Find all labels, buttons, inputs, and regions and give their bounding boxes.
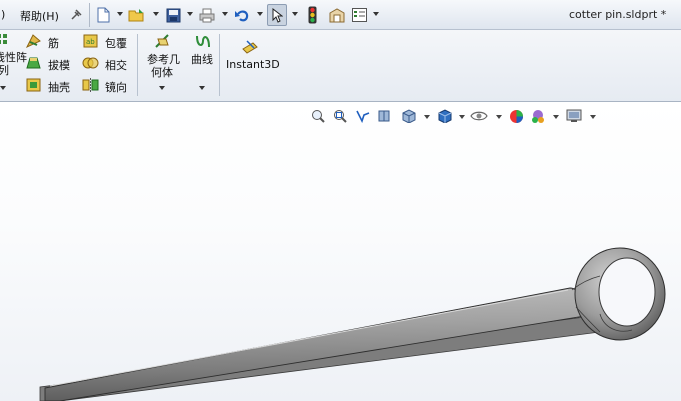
svg-text:ab: ab [86, 38, 95, 46]
linear-pattern-label-line2[interactable]: 列 [0, 62, 9, 78]
new-dropdown-icon[interactable] [117, 12, 123, 16]
reference-geometry-icon[interactable] [154, 33, 172, 53]
options-dropdown-icon[interactable] [373, 12, 379, 16]
reference-geometry-label-line2[interactable]: 何体 [151, 64, 173, 80]
wrap-label[interactable]: 包覆 [105, 35, 127, 51]
traffic-light-icon[interactable] [303, 4, 321, 26]
rib-icon[interactable] [25, 33, 42, 52]
shell-icon[interactable] [25, 77, 42, 96]
instant3d-icon[interactable] [241, 39, 259, 58]
undo-dropdown-icon[interactable] [257, 12, 263, 16]
wrap-icon[interactable]: ab [82, 33, 99, 52]
curves-icon[interactable] [195, 33, 211, 53]
draft-label[interactable]: 拔模 [48, 57, 70, 73]
ribbon-divider [137, 34, 138, 96]
ribbon-divider [219, 34, 220, 96]
menu-item-help[interactable]: 帮助(H) [20, 8, 59, 24]
mirror-label[interactable]: 镜向 [105, 79, 127, 95]
select-cursor-icon[interactable] [267, 4, 287, 26]
graphics-area[interactable] [0, 102, 681, 401]
intersect-label[interactable]: 相交 [105, 57, 127, 73]
curves-label[interactable]: 曲线 [191, 51, 213, 67]
file-properties-icon[interactable] [326, 4, 346, 26]
menu-item-partial[interactable]: ) [1, 8, 5, 21]
reference-geometry-dropdown-icon[interactable] [159, 86, 165, 90]
shell-label[interactable]: 抽壳 [48, 79, 70, 95]
new-document-icon[interactable] [94, 4, 112, 26]
menu-bar: ) 帮助(H) cotter pin.sldprt * [0, 0, 681, 30]
toolbar-divider [89, 3, 90, 27]
window-title: cotter pin.sldprt * [569, 8, 667, 21]
pin-icon[interactable] [66, 4, 86, 26]
open-dropdown-icon[interactable] [153, 12, 159, 16]
intersect-icon[interactable] [82, 55, 99, 74]
save-dropdown-icon[interactable] [187, 12, 193, 16]
options-icon[interactable] [349, 4, 369, 26]
pattern-dropdown-icon[interactable] [0, 86, 6, 90]
open-folder-icon[interactable] [126, 4, 148, 26]
cotter-pin-eye-hole [598, 257, 656, 327]
rib-label[interactable]: 筋 [48, 35, 59, 51]
mirror-icon[interactable] [82, 77, 99, 96]
select-dropdown-icon[interactable] [292, 12, 298, 16]
print-icon[interactable] [197, 4, 217, 26]
cotter-pin-model[interactable] [0, 102, 681, 401]
command-manager: 线性阵 列 筋 拔模 抽壳 ab 包覆 相交 镜向 参考几 何体 曲线 Ins [0, 30, 681, 102]
undo-icon[interactable] [232, 4, 252, 26]
save-icon[interactable] [163, 4, 183, 26]
print-dropdown-icon[interactable] [222, 12, 228, 16]
instant3d-label[interactable]: Instant3D [226, 58, 280, 71]
draft-icon[interactable] [25, 55, 42, 74]
curves-dropdown-icon[interactable] [199, 86, 205, 90]
